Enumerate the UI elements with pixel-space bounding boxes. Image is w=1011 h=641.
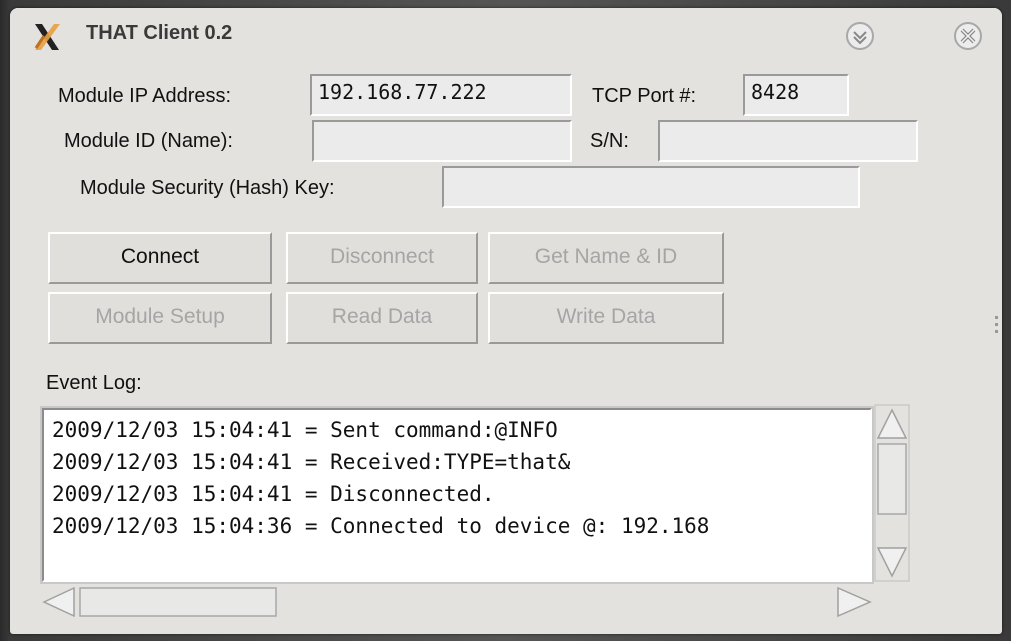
- window-title: THAT Client 0.2: [86, 22, 233, 44]
- write-data-button[interactable]: Write Data: [488, 292, 724, 344]
- module-id-label: Module ID (Name):: [64, 130, 233, 152]
- ip-address-label: Module IP Address:: [58, 85, 232, 107]
- hash-key-field[interactable]: [442, 166, 860, 208]
- title-bar[interactable]: THAT Client 0.2: [10, 8, 1002, 60]
- resize-grip-icon[interactable]: [995, 316, 998, 334]
- event-log-textarea[interactable]: 2009/12/03 15:04:41 = Sent command:@INFO…: [40, 406, 874, 584]
- hash-key-label: Module Security (Hash) Key:: [80, 177, 335, 199]
- log-line: 2009/12/03 15:04:41 = Received:TYPE=that…: [52, 450, 571, 474]
- vertical-scroll-thumb[interactable]: [877, 443, 907, 515]
- log-line: 2009/12/03 15:04:36 = Connected to devic…: [52, 514, 710, 538]
- chevron-down-icon[interactable]: [844, 20, 876, 52]
- tcp-port-field[interactable]: 8428: [743, 74, 849, 116]
- x-app-icon: [34, 24, 60, 50]
- read-data-button[interactable]: Read Data: [286, 292, 478, 344]
- event-log-label: Event Log:: [46, 372, 142, 394]
- module-id-field[interactable]: [312, 120, 572, 162]
- module-setup-button[interactable]: Module Setup: [48, 292, 272, 344]
- ip-address-field[interactable]: 192.168.77.222: [310, 74, 572, 116]
- close-icon[interactable]: [952, 20, 984, 52]
- horizontal-scrollbar[interactable]: [42, 584, 872, 620]
- get-name-id-button[interactable]: Get Name & ID: [488, 232, 724, 284]
- log-line: 2009/12/03 15:04:41 = Sent command:@INFO: [52, 418, 558, 442]
- log-line: 2009/12/03 15:04:41 = Disconnected.: [52, 482, 495, 506]
- vertical-scrollbar[interactable]: [874, 404, 910, 582]
- tcp-port-label: TCP Port #:: [592, 85, 697, 107]
- serial-number-label: S/N:: [590, 130, 629, 152]
- serial-number-field[interactable]: [658, 120, 918, 162]
- app-window: THAT Client 0.2 Module IP Address: 192.1…: [10, 8, 1002, 634]
- horizontal-scroll-thumb[interactable]: [79, 587, 277, 617]
- disconnect-button[interactable]: Disconnect: [286, 232, 478, 284]
- connect-button[interactable]: Connect: [48, 232, 272, 284]
